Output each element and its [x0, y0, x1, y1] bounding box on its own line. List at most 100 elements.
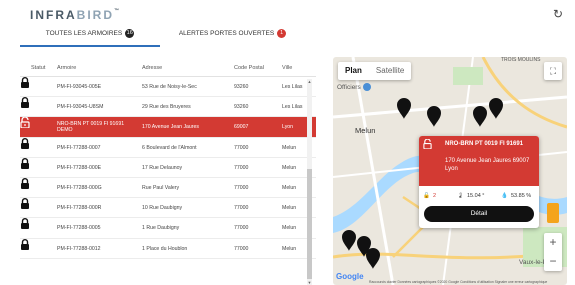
- cell-armoire: NRO-BRN PT 0019 FI 91691 DEMO: [57, 121, 125, 134]
- table-scrollbar[interactable]: ▲ ▼: [307, 79, 312, 285]
- app-logo: INFRABIRD™: [30, 8, 120, 22]
- refresh-icon[interactable]: ↻: [553, 7, 563, 21]
- map-label-officiers: Officiers: [337, 84, 361, 91]
- lock-closed-icon: [21, 137, 29, 149]
- cell-ville: Les Lilas: [282, 84, 303, 90]
- tab-label: TOUTES LES ARMOIRES: [45, 30, 123, 37]
- map-type-control: Plan Satellite: [338, 62, 412, 80]
- cell-code-postal: 77000: [234, 225, 249, 232]
- cell-armoire: PM-FI-93045-U8SM: [57, 104, 104, 111]
- scroll-down-icon[interactable]: ▼: [307, 280, 312, 285]
- popup-address: 170 Avenue Jean Jaures 69007 Lyon: [445, 158, 530, 172]
- map-type-plan-button[interactable]: Plan: [338, 62, 369, 80]
- table-row[interactable]: PM-FI-77288-0005 1 Rue Daubigny 77000 Melun: [20, 218, 316, 239]
- popup-cabinet-name: NRO-BRN PT 0019 FI 91691: [445, 141, 524, 147]
- map-attribution[interactable]: Raccourcis clavier Données cartographiqu…: [369, 280, 547, 284]
- table-row[interactable]: PM-FI-77288-000E 17 Rue Delaunoy 77000 Melu…: [20, 157, 316, 178]
- table-row[interactable]: PM-FI-93045-U8SM 29 Rue des Bruyeres 93260…: [20, 97, 316, 118]
- cell-code-postal: 93260: [234, 104, 249, 111]
- lock-open-icon: [423, 139, 432, 149]
- popup-header: NRO-BRN PT 0019 FI 91691 170 Avenue Jean…: [419, 136, 539, 186]
- lock-closed-icon: [21, 157, 29, 169]
- cabinet-table: Statut Armoire Adresse Code Postal Ville…: [20, 57, 316, 285]
- cell-code-postal: 77000: [234, 245, 249, 252]
- table-row[interactable]: NRO-BRN PT 0019 FI 91691 DEMO 170 Avenue J…: [20, 116, 316, 138]
- cell-adresse: 29 Rue des Bruyeres: [142, 104, 191, 111]
- cell-adresse: 1 Place du Houblon: [142, 245, 188, 252]
- alert-lock-icon: 🔓: [423, 193, 430, 199]
- map-label-trois-moulins: TROIS MOULINS: [501, 57, 541, 63]
- zoom-in-button[interactable]: +: [544, 233, 562, 252]
- lock-closed-icon: [21, 218, 29, 230]
- cell-adresse: Rue Paul Valery: [142, 184, 180, 191]
- table-row[interactable]: PM-FI-77288-0012 1 Place du Houblon 77000 M…: [20, 238, 316, 259]
- col-armoire[interactable]: Armoire: [57, 65, 76, 71]
- cell-armoire: PM-FI-77288-0005: [57, 225, 101, 232]
- map-type-satellite-button[interactable]: Satellite: [369, 62, 411, 80]
- lock-closed-icon: [21, 177, 29, 189]
- cell-ville: Melun: [282, 245, 297, 252]
- cell-ville: Melun: [282, 164, 297, 171]
- cell-code-postal: 69007: [234, 124, 249, 131]
- google-logo: Google: [336, 272, 364, 281]
- cell-armoire: PM-FI-77288-000R: [57, 205, 102, 212]
- cell-ville: Les Lilas: [282, 104, 303, 111]
- tab-label: ALERTES PORTES OUVERTES: [178, 30, 275, 37]
- table-row[interactable]: PM-FI-93045-005E 53 Rue de Noisy-le-Sec 93…: [20, 77, 316, 98]
- scroll-up-icon[interactable]: ▲: [307, 79, 312, 84]
- cell-armoire: PM-FI-77288-0012: [57, 245, 101, 252]
- cell-code-postal: 77000: [234, 164, 249, 171]
- cell-armoire: PM-FI-77288-0007: [57, 144, 101, 151]
- cell-ville: Melun: [282, 144, 297, 151]
- cell-adresse: 53 Rue de Noisy-le-Sec: [142, 84, 197, 90]
- cell-adresse: 17 Rue Delaunoy: [142, 164, 183, 171]
- cell-adresse: 170 Avenue Jean Jaures: [142, 124, 200, 131]
- col-ville[interactable]: Ville: [282, 65, 292, 71]
- cell-armoire: PM-FI-93045-005E: [57, 84, 102, 90]
- cell-ville: Lyon: [282, 124, 294, 131]
- table-row[interactable]: PM-FI-77288-000G Rue Paul Valery 77000 Melu…: [20, 177, 316, 199]
- thermometer-icon: 🌡: [457, 193, 464, 199]
- tab-bar: TOUTES LES ARMOIRES 16 ALERTES PORTES OUV…: [20, 28, 287, 47]
- map[interactable]: Officiers Melun TROIS MOULINS Vaux-le-Pé…: [333, 57, 567, 285]
- col-adresse[interactable]: Adresse: [142, 65, 162, 71]
- cell-ville: Melun: [282, 225, 297, 232]
- count-badge: 16: [125, 28, 135, 38]
- table-body: PM-FI-93045-005E 53 Rue de Noisy-le-Sec 93…: [20, 77, 316, 259]
- zoom-control: + −: [544, 233, 562, 271]
- cell-ville: Melun: [282, 184, 297, 191]
- alert-badge: 1: [277, 28, 287, 38]
- scroll-thumb[interactable]: [307, 169, 312, 279]
- table-row[interactable]: PM-FI-77288-0007 6 Boulevard de l'Almont 7…: [20, 137, 316, 158]
- zoom-out-button[interactable]: −: [544, 252, 562, 271]
- lock-closed-icon: [21, 198, 29, 210]
- lock-closed-icon: [21, 238, 29, 250]
- popup-temperature: 15.04 °: [467, 193, 485, 199]
- cell-armoire: PM-FI-77288-000G: [57, 184, 102, 191]
- lock-open-icon: [20, 116, 30, 129]
- cell-adresse: 1 Rue Daubigny: [142, 225, 180, 232]
- cabinet-info-popup: NRO-BRN PT 0019 FI 91691 170 Avenue Jean…: [419, 136, 539, 228]
- popup-stats: 🔓 2 🌡 15.04 ° 💧 53.85 %: [423, 191, 538, 203]
- detail-button[interactable]: Détail: [424, 206, 534, 222]
- cell-armoire: PM-FI-77288-000E: [57, 164, 102, 171]
- cell-code-postal: 77000: [234, 205, 249, 212]
- cell-adresse: 6 Boulevard de l'Almont: [142, 144, 197, 151]
- popup-humidity: 53.85 %: [511, 193, 532, 199]
- table-header: Statut Armoire Adresse Code Postal Ville: [20, 57, 316, 77]
- col-code-postal[interactable]: Code Postal: [234, 65, 264, 71]
- tab-open-door-alerts[interactable]: ALERTES PORTES OUVERTES 1: [160, 28, 305, 45]
- cell-code-postal: 77000: [234, 184, 249, 191]
- humidity-drop-icon: 💧: [501, 193, 508, 199]
- cell-adresse: 10 Rue Daubigny: [142, 205, 183, 212]
- col-statut[interactable]: Statut: [31, 65, 45, 71]
- table-row[interactable]: PM-FI-77288-000R 10 Rue Daubigny 77000 Melu…: [20, 198, 316, 219]
- tab-all-cabinets[interactable]: TOUTES LES ARMOIRES 16: [20, 28, 160, 47]
- lock-closed-icon: [21, 77, 29, 88]
- cell-code-postal: 77000: [234, 144, 249, 151]
- fullscreen-icon[interactable]: ⛶: [544, 62, 562, 80]
- popup-alert-count: 2: [433, 193, 437, 199]
- cell-ville: Melun: [282, 205, 297, 212]
- street-view-pegman-icon[interactable]: [547, 203, 559, 223]
- lock-closed-icon: [21, 97, 29, 109]
